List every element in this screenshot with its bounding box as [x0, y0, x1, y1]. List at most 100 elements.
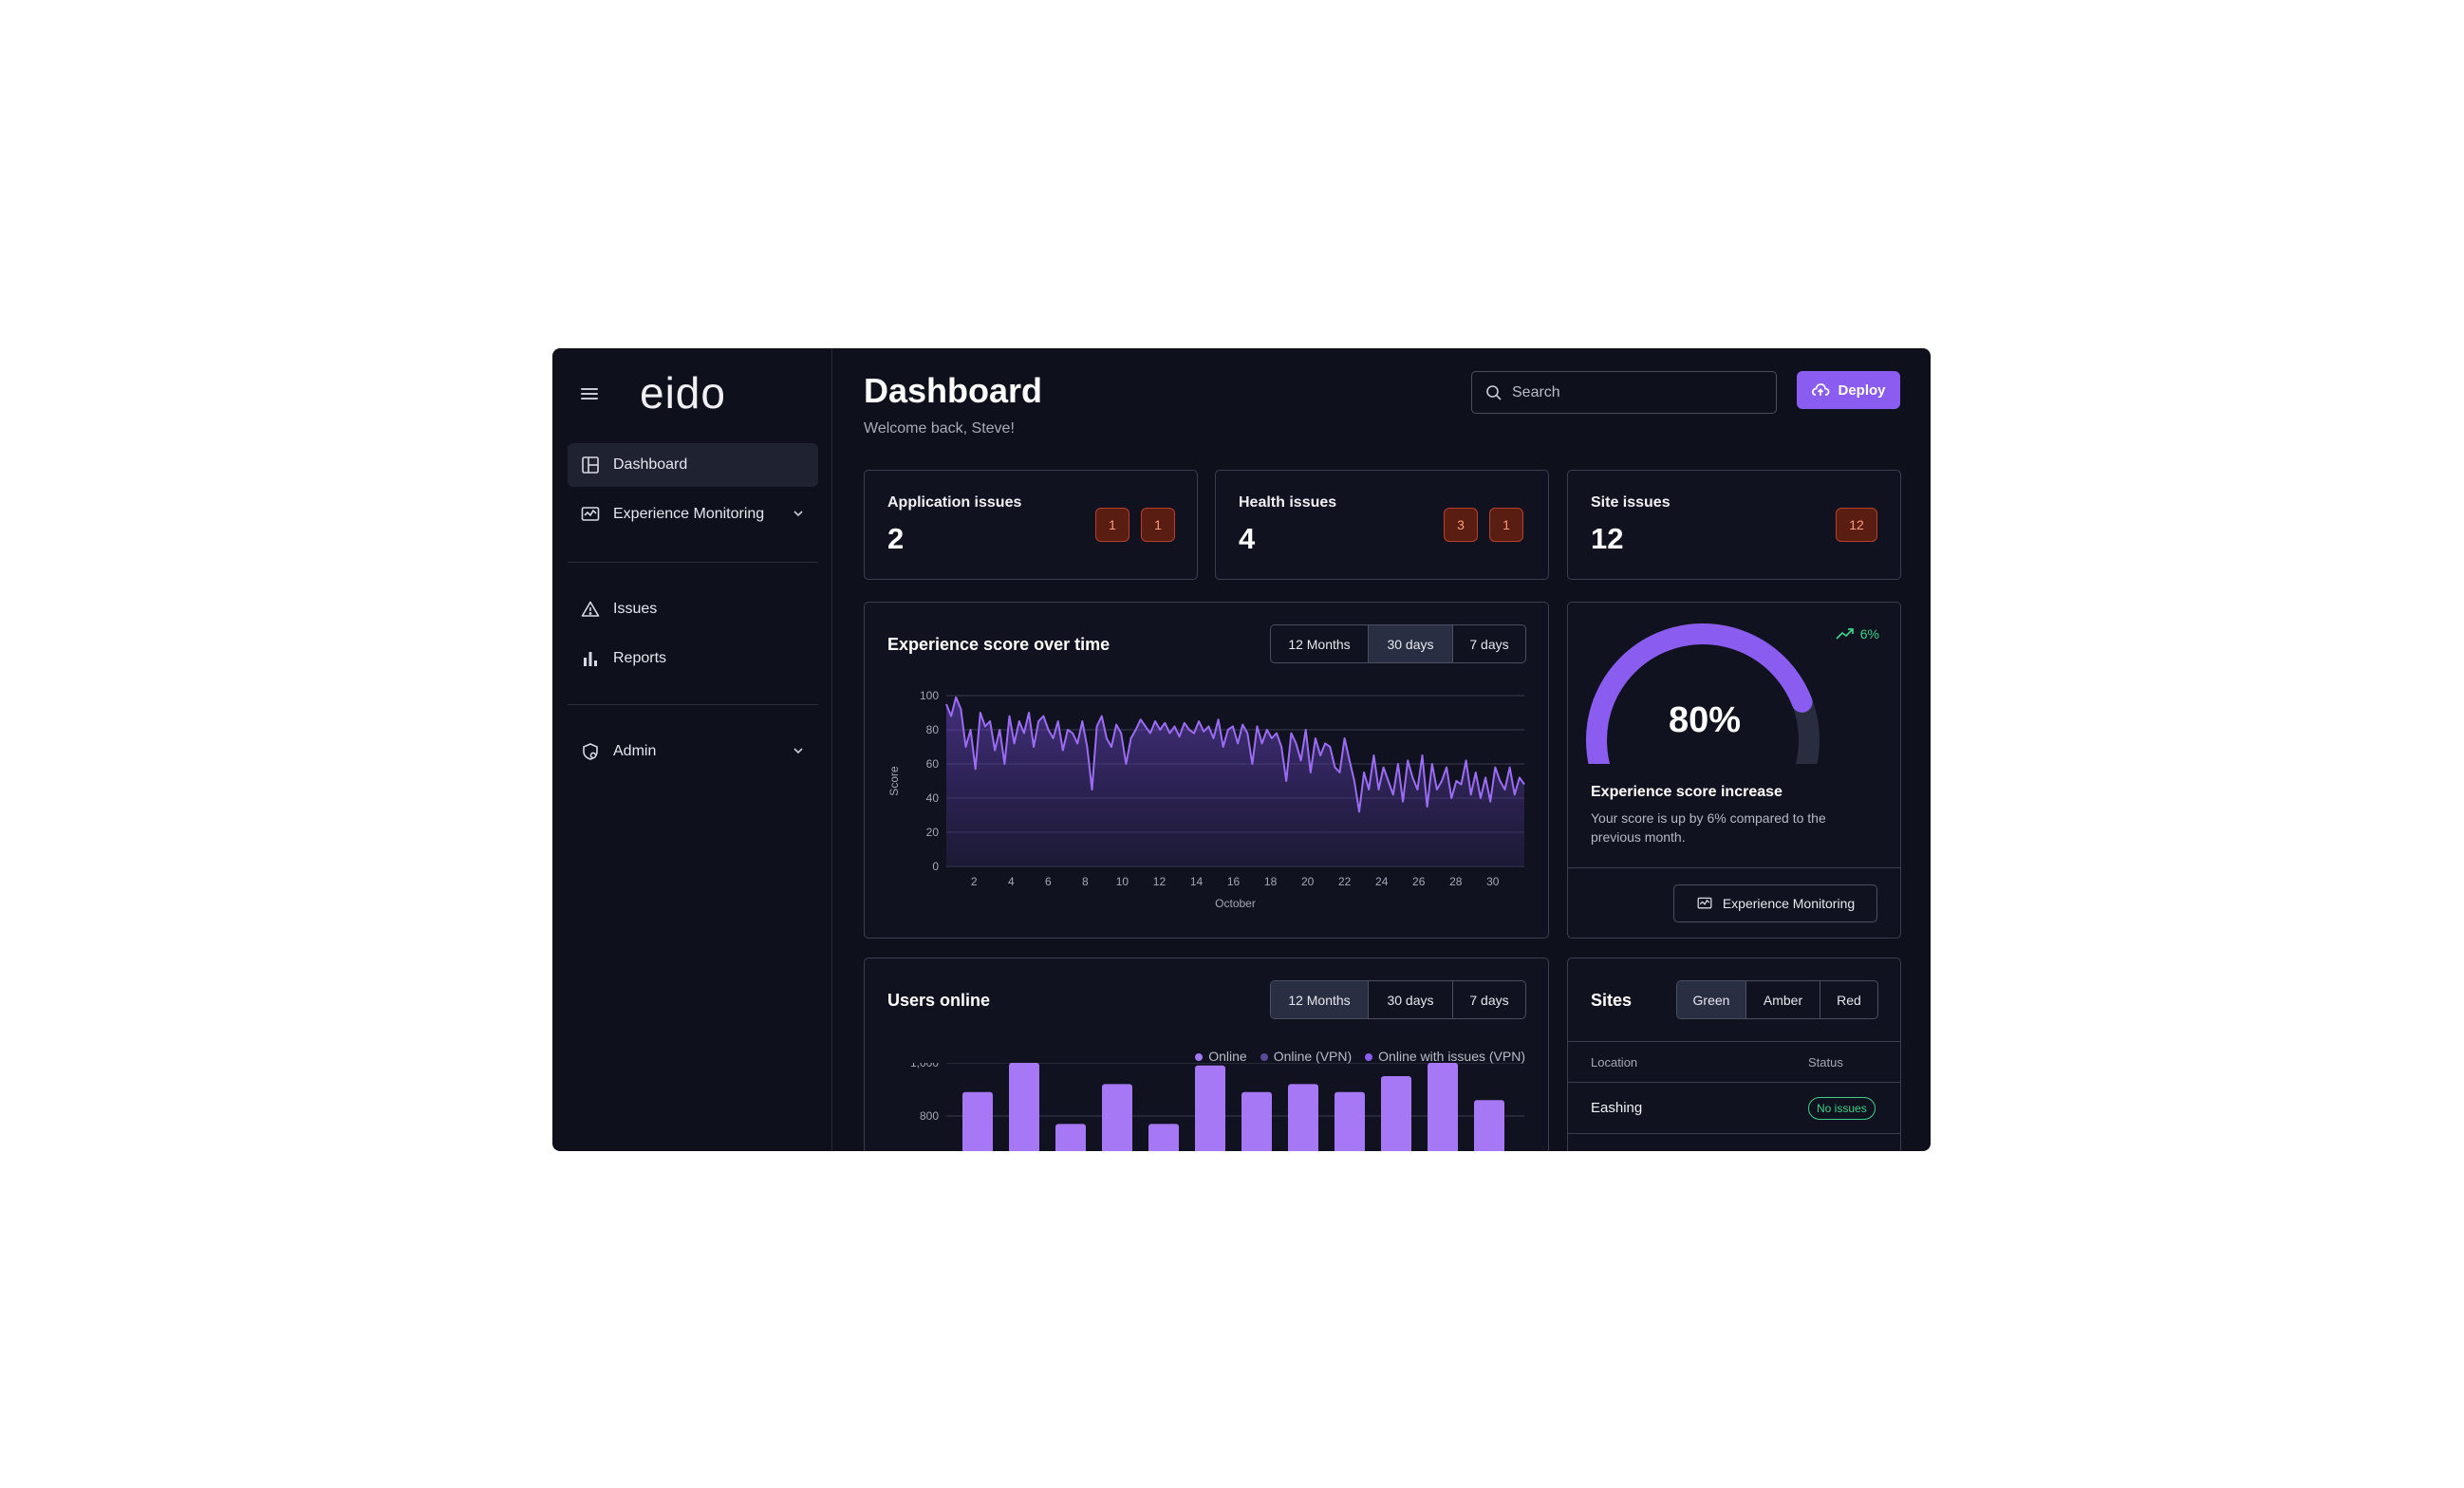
legend-item: Online with issues (VPN)	[1365, 1049, 1525, 1064]
bar[interactable]	[1335, 1091, 1365, 1151]
site-issues-card[interactable]: Site issues 12 12	[1567, 470, 1901, 580]
x-tick-label: 26	[1412, 875, 1426, 888]
sidebar: eido Dashboard Experience Monitoring Iss…	[552, 348, 832, 1151]
application-issues-card[interactable]: Application issues 2 1 1	[864, 470, 1198, 580]
chart-legend: Online Online (VPN) Online with issues (…	[1195, 1049, 1525, 1064]
range-7-days[interactable]: 7 days	[1453, 625, 1525, 662]
issue-badge[interactable]: 1	[1095, 508, 1129, 542]
issue-count: 4	[1239, 522, 1256, 555]
sidebar-item-experience-monitoring[interactable]: Experience Monitoring	[568, 493, 818, 536]
legend-label: Online (VPN)	[1273, 1049, 1353, 1064]
column-header-status: Status	[1808, 1055, 1843, 1070]
dashboard-icon	[582, 456, 599, 474]
health-issues-card[interactable]: Health issues 4 3 1	[1215, 470, 1549, 580]
trend-value: 6%	[1859, 626, 1879, 642]
menu-icon[interactable]	[581, 388, 598, 401]
filter-green[interactable]: Green	[1677, 981, 1746, 1018]
filter-amber[interactable]: Amber	[1746, 981, 1820, 1018]
experience-score-chart: 0204060801002 4 6 8 10 12 14 16 18 20 22 24 26 28 30Oc…	[887, 689, 1525, 910]
monitor-icon	[1697, 897, 1712, 909]
experience-score-gauge-card: 80% 6% Experience score increase Your sc…	[1567, 602, 1901, 939]
users-online-card: Users online 12 Months 30 days 7 days On…	[864, 958, 1549, 1151]
experience-monitoring-button[interactable]: Experience Monitoring	[1673, 884, 1877, 922]
card-divider	[1568, 867, 1900, 868]
welcome-message: Welcome back, Steve!	[864, 420, 1015, 437]
bar[interactable]	[1195, 1065, 1225, 1151]
bar[interactable]	[1009, 1063, 1039, 1151]
x-tick-label: 8	[1082, 875, 1089, 888]
x-tick-label: 20	[1301, 875, 1315, 888]
site-location: Eashing	[1591, 1100, 1643, 1116]
search-input[interactable]	[1512, 383, 1759, 401]
sidebar-item-reports[interactable]: Reports	[568, 637, 818, 680]
sidebar-item-dashboard[interactable]: Dashboard	[568, 443, 818, 487]
range-12-months[interactable]: 12 Months	[1271, 625, 1369, 662]
sidebar-divider	[568, 562, 818, 563]
x-tick-label: 4	[1008, 875, 1015, 888]
chart-title: Experience score over time	[887, 635, 1111, 654]
gauge-fill	[1586, 623, 1813, 764]
chevron-down-icon	[793, 511, 803, 517]
range-selector: 12 Months 30 days 7 days	[1270, 980, 1526, 1019]
x-tick-label: 14	[1190, 875, 1204, 888]
cloud-upload-icon	[1812, 383, 1830, 396]
sidebar-divider	[568, 704, 818, 705]
bar[interactable]	[962, 1091, 993, 1151]
column-header-location: Location	[1591, 1055, 1638, 1070]
gauge-description: Your score is up by 6% compared to the p…	[1591, 810, 1826, 845]
y-tick-label: 800	[920, 1109, 939, 1123]
issue-label: Health issues	[1239, 494, 1337, 511]
bar[interactable]	[1428, 1063, 1458, 1151]
x-tick-label: 12	[1153, 875, 1167, 888]
sites-card: Sites Green Amber Red Location Status Ea…	[1567, 958, 1901, 1151]
legend-item: Online (VPN)	[1260, 1049, 1352, 1064]
monitor-icon	[581, 507, 600, 521]
y-axis-label: Score	[887, 766, 901, 796]
score-area	[946, 697, 1524, 866]
deploy-button[interactable]: Deploy	[1797, 371, 1900, 409]
sidebar-item-label: Issues	[613, 601, 658, 617]
issue-badge[interactable]: 1	[1489, 508, 1523, 542]
x-tick-label: 2	[971, 875, 978, 888]
issue-count: 12	[1591, 522, 1624, 555]
sidebar-item-issues[interactable]: Issues	[568, 587, 818, 631]
x-tick-label: 6	[1045, 875, 1052, 888]
x-tick-label: 28	[1449, 875, 1463, 888]
y-tick-label: 20	[926, 826, 940, 839]
table-row[interactable]: Eashing No issues	[1568, 1083, 1900, 1134]
range-selector: 12 Months 30 days 7 days	[1270, 624, 1526, 663]
bar[interactable]	[1055, 1124, 1086, 1151]
admin-shield-icon	[583, 743, 598, 760]
range-30-days[interactable]: 30 days	[1369, 625, 1453, 662]
filter-red[interactable]: Red	[1820, 981, 1877, 1018]
app-window: eido Dashboard Experience Monitoring Iss…	[552, 348, 1931, 1151]
issue-badge[interactable]: 1	[1141, 508, 1175, 542]
y-tick-label: 60	[926, 757, 940, 771]
y-tick-label: 100	[920, 689, 939, 702]
search-icon	[1486, 384, 1502, 400]
sites-title: Sites	[1591, 991, 1633, 1010]
range-30-days[interactable]: 30 days	[1369, 981, 1453, 1018]
range-12-months[interactable]: 12 Months	[1271, 981, 1369, 1018]
page-title: Dashboard	[864, 371, 1043, 410]
button-label: Experience Monitoring	[1722, 896, 1856, 911]
bar[interactable]	[1241, 1091, 1272, 1151]
bar[interactable]	[1148, 1124, 1179, 1151]
bar[interactable]	[1102, 1084, 1132, 1151]
sidebar-item-label: Experience Monitoring	[613, 506, 765, 522]
legend-label: Online with issues (VPN)	[1378, 1049, 1525, 1064]
bar[interactable]	[1474, 1100, 1504, 1151]
issue-badge[interactable]: 3	[1444, 508, 1478, 542]
range-7-days[interactable]: 7 days	[1453, 981, 1525, 1018]
search-box[interactable]	[1471, 371, 1777, 414]
y-tick-label: 40	[926, 791, 940, 805]
bar[interactable]	[1381, 1076, 1411, 1151]
deploy-label: Deploy	[1838, 381, 1886, 399]
bar[interactable]	[1288, 1084, 1318, 1151]
sidebar-item-admin[interactable]: Admin	[568, 730, 818, 773]
x-tick-label: 24	[1375, 875, 1389, 888]
issue-label: Application issues	[887, 494, 1022, 511]
users-online-chart: 800 1,000	[910, 1063, 1524, 1151]
x-tick-label: 30	[1486, 875, 1500, 888]
issue-badge[interactable]: 12	[1836, 508, 1877, 542]
